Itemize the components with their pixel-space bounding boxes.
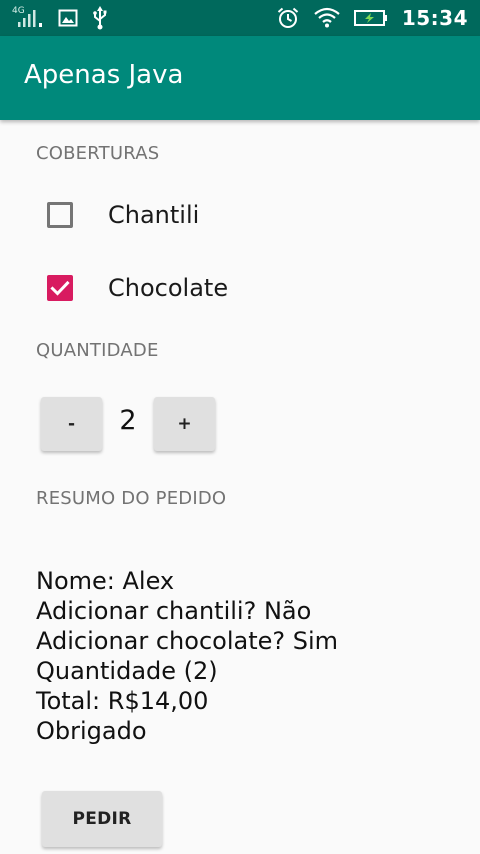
alarm-icon: [276, 6, 300, 30]
summary-chocolate-line: Adicionar chocolate? Sim: [36, 627, 339, 655]
image-notification-icon: [58, 8, 78, 28]
decrement-button[interactable]: -: [41, 397, 102, 451]
summary-thanks-line: Obrigado: [36, 717, 147, 745]
app-screen: 4G 15:34 Apenas Java COBERTURAS Chantili…: [0, 0, 480, 854]
status-bar-right: 15:34: [276, 4, 468, 32]
quantity-value: 2: [119, 405, 137, 436]
summary-quantity-line: Quantidade (2): [36, 657, 218, 685]
quantity-header: QUANTIDADE: [36, 340, 159, 361]
summary-header: RESUMO DO PEDIDO: [36, 488, 227, 509]
usb-icon: [92, 6, 108, 30]
order-button[interactable]: PEDIR: [42, 791, 162, 847]
network-type-label: 4G: [12, 6, 25, 16]
toppings-header: COBERTURAS: [36, 143, 160, 164]
summary-total-line: Total: R$14,00: [36, 687, 209, 715]
summary-name-line: Nome: Alex: [36, 567, 175, 595]
checkmark-icon: [50, 280, 70, 296]
chocolate-checkbox[interactable]: [47, 275, 73, 301]
chantili-label: Chantili: [108, 201, 200, 229]
status-bar: 4G 15:34: [0, 0, 480, 36]
status-bar-left: 4G: [12, 4, 108, 32]
app-bar: Apenas Java: [0, 36, 480, 120]
chantili-checkbox[interactable]: [47, 202, 73, 228]
signal-icon: 4G: [12, 6, 44, 29]
chantili-checkbox-row[interactable]: Chantili: [36, 187, 436, 243]
chocolate-label: Chocolate: [108, 274, 229, 302]
increment-button[interactable]: +: [154, 397, 215, 451]
chocolate-checkbox-row[interactable]: Chocolate: [36, 260, 436, 316]
status-bar-time: 15:34: [401, 6, 468, 30]
wifi-icon: [314, 7, 340, 29]
app-title: Apenas Java: [24, 60, 184, 90]
summary-chantili-line: Adicionar chantili? Não: [36, 597, 312, 625]
order-summary: Nome: Alex Adicionar chantili? Não Adici…: [36, 566, 338, 746]
battery-charging-icon: [353, 9, 388, 27]
